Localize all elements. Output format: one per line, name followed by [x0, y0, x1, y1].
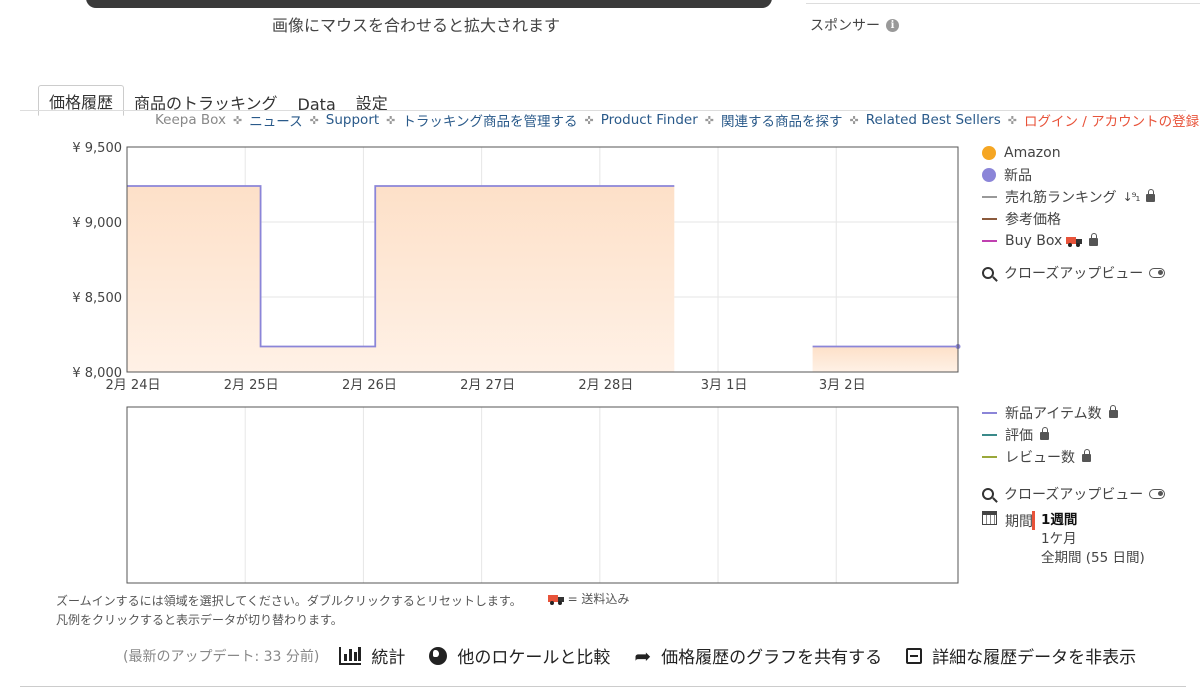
lock-icon — [1082, 449, 1091, 462]
period-selector: 期間 1週間 1ケ月 全期間 (55 日間) — [982, 511, 1165, 568]
sort-rank-icon: ↓⁹₁ — [1122, 190, 1141, 204]
stats-label: 統計 — [371, 648, 406, 668]
period-option[interactable]: 全期間 (55 日間) — [1041, 549, 1145, 568]
period-option[interactable]: 1週間 — [1032, 511, 1145, 530]
hide-label: 詳細な履歴データを非表示 — [932, 648, 1137, 668]
legend-line — [982, 196, 997, 198]
share-icon: ➦ — [634, 643, 652, 668]
compare-locales-button[interactable]: 他のロケールと比較 — [429, 643, 610, 668]
legend-label: 売れ筋ランキング — [1005, 190, 1117, 206]
price-history-charts[interactable]: ¥ 9,500¥ 9,000¥ 8,500¥ 8,0002月 24日 2月 25日… — [0, 0, 980, 590]
legend-label: 参考価格 — [1005, 212, 1061, 228]
legend-label: レビュー数 — [1005, 450, 1075, 466]
closeup-toggle[interactable]: クローズアップビュー — [982, 483, 1166, 505]
legend-dot — [982, 168, 996, 182]
shipping-note-text: = 送料込み — [567, 592, 630, 606]
legend-label: Amazon — [1004, 145, 1061, 161]
bottom-actions: (最新のアップデート: 33 分前) 統計 他のロケールと比較 ➦ 価格履歴のグ… — [123, 643, 1160, 669]
legend-item[interactable]: レビュー数 — [982, 446, 1165, 468]
truck-icon — [547, 594, 564, 605]
minus-square-icon — [906, 647, 923, 664]
hide-details-button[interactable]: 詳細な履歴データを非表示 — [906, 643, 1136, 668]
share-graph-button[interactable]: ➦ 価格履歴のグラフを共有する — [634, 643, 883, 669]
legend-hint: 凡例をクリックすると表示データが切り替わります。 — [56, 613, 343, 627]
legend-item[interactable]: 新品アイテム数 — [982, 402, 1165, 424]
x-tick-label: 2月 24日 — [106, 378, 161, 393]
period-label: 期間 — [1005, 514, 1033, 530]
stats-button[interactable]: 統計 — [339, 643, 405, 668]
link-7[interactable]: ログイン / アカウントの登録 — [1024, 110, 1199, 130]
legend-item[interactable]: 参考価格 — [982, 208, 1165, 230]
closeup-label: クローズアップビュー — [1004, 487, 1144, 503]
globe-icon — [429, 646, 448, 665]
data-chart-legend: 新品アイテム数 評価 レビュー数 クローズアップビュー 期間 1週間 1ケ月 全期間 (55 … — [982, 402, 1166, 568]
compare-label: 他のロケールと比較 — [457, 648, 611, 668]
period-options: 1週間 1ケ月 全期間 (55 日間) — [1032, 511, 1145, 568]
bar-chart-icon — [339, 646, 362, 665]
legend-label: Buy Box — [1005, 233, 1063, 249]
legend-line — [982, 456, 997, 458]
y-tick-label: ¥ 9,000 — [72, 216, 122, 231]
x-tick-label: 2月 25日 — [224, 378, 279, 393]
legend-line — [982, 412, 997, 414]
legend-label: 新品アイテム数 — [1005, 406, 1102, 422]
legend-item[interactable]: 売れ筋ランキング ↓⁹₁ — [982, 186, 1165, 208]
toggle-icon — [1149, 268, 1166, 278]
share-label: 価格履歴のグラフを共有する — [661, 648, 883, 668]
x-tick-label: 2月 28日 — [578, 378, 633, 393]
last-update: (最新のアップデート: 33 分前) — [123, 648, 320, 665]
search-icon — [982, 488, 994, 500]
lock-icon — [1089, 233, 1099, 246]
legend-item[interactable]: Buy Box — [982, 230, 1165, 252]
data-chart-frame — [126, 406, 959, 584]
lock-icon — [1108, 405, 1118, 418]
legend-item[interactable]: 新品 — [982, 164, 1165, 186]
zoom-hint: ズームインするには領域を選択してください。ダブルクリックするとリセットします。 — [56, 594, 522, 608]
closeup-toggle[interactable]: クローズアップビュー — [982, 262, 1166, 284]
legend-label: 評価 — [1005, 428, 1033, 444]
shipping-note: = 送料込み — [544, 590, 630, 609]
lock-icon — [1146, 189, 1156, 202]
legend-line — [982, 434, 997, 436]
price-chart-legend: Amazon 新品売れ筋ランキング ↓⁹₁ 参考価格 Buy Box クローズアップビュー — [982, 142, 1166, 284]
period-option[interactable]: 1ケ月 — [1041, 530, 1145, 549]
lock-icon — [1040, 427, 1049, 440]
legend-line — [982, 240, 997, 242]
truck-icon — [1066, 236, 1083, 247]
search-icon — [982, 267, 994, 279]
y-tick-label: ¥ 8,500 — [72, 291, 122, 306]
legend-label: 新品 — [1004, 168, 1032, 184]
y-tick-label: ¥ 9,500 — [72, 141, 122, 156]
closeup-label: クローズアップビュー — [1004, 266, 1144, 282]
toggle-icon — [1149, 489, 1166, 499]
chart-notes: ズームインするには領域を選択してください。ダブルクリックするとリセットします。 … — [56, 590, 629, 630]
legend-item[interactable]: 評価 — [982, 424, 1165, 446]
x-tick-label: 2月 26日 — [342, 378, 397, 393]
bottom-divider — [20, 686, 1186, 687]
series-area-fill — [127, 186, 675, 372]
legend-dot — [982, 146, 996, 160]
x-tick-label: 3月 1日 — [701, 378, 748, 393]
x-tick-label: 3月 2日 — [819, 378, 866, 393]
calendar-icon — [982, 511, 997, 525]
series-area-fill — [812, 346, 958, 372]
legend-line — [982, 218, 997, 220]
link-separator: ✜ — [1007, 113, 1017, 127]
legend-item[interactable]: Amazon — [982, 142, 1165, 164]
x-tick-label: 2月 27日 — [460, 378, 515, 393]
